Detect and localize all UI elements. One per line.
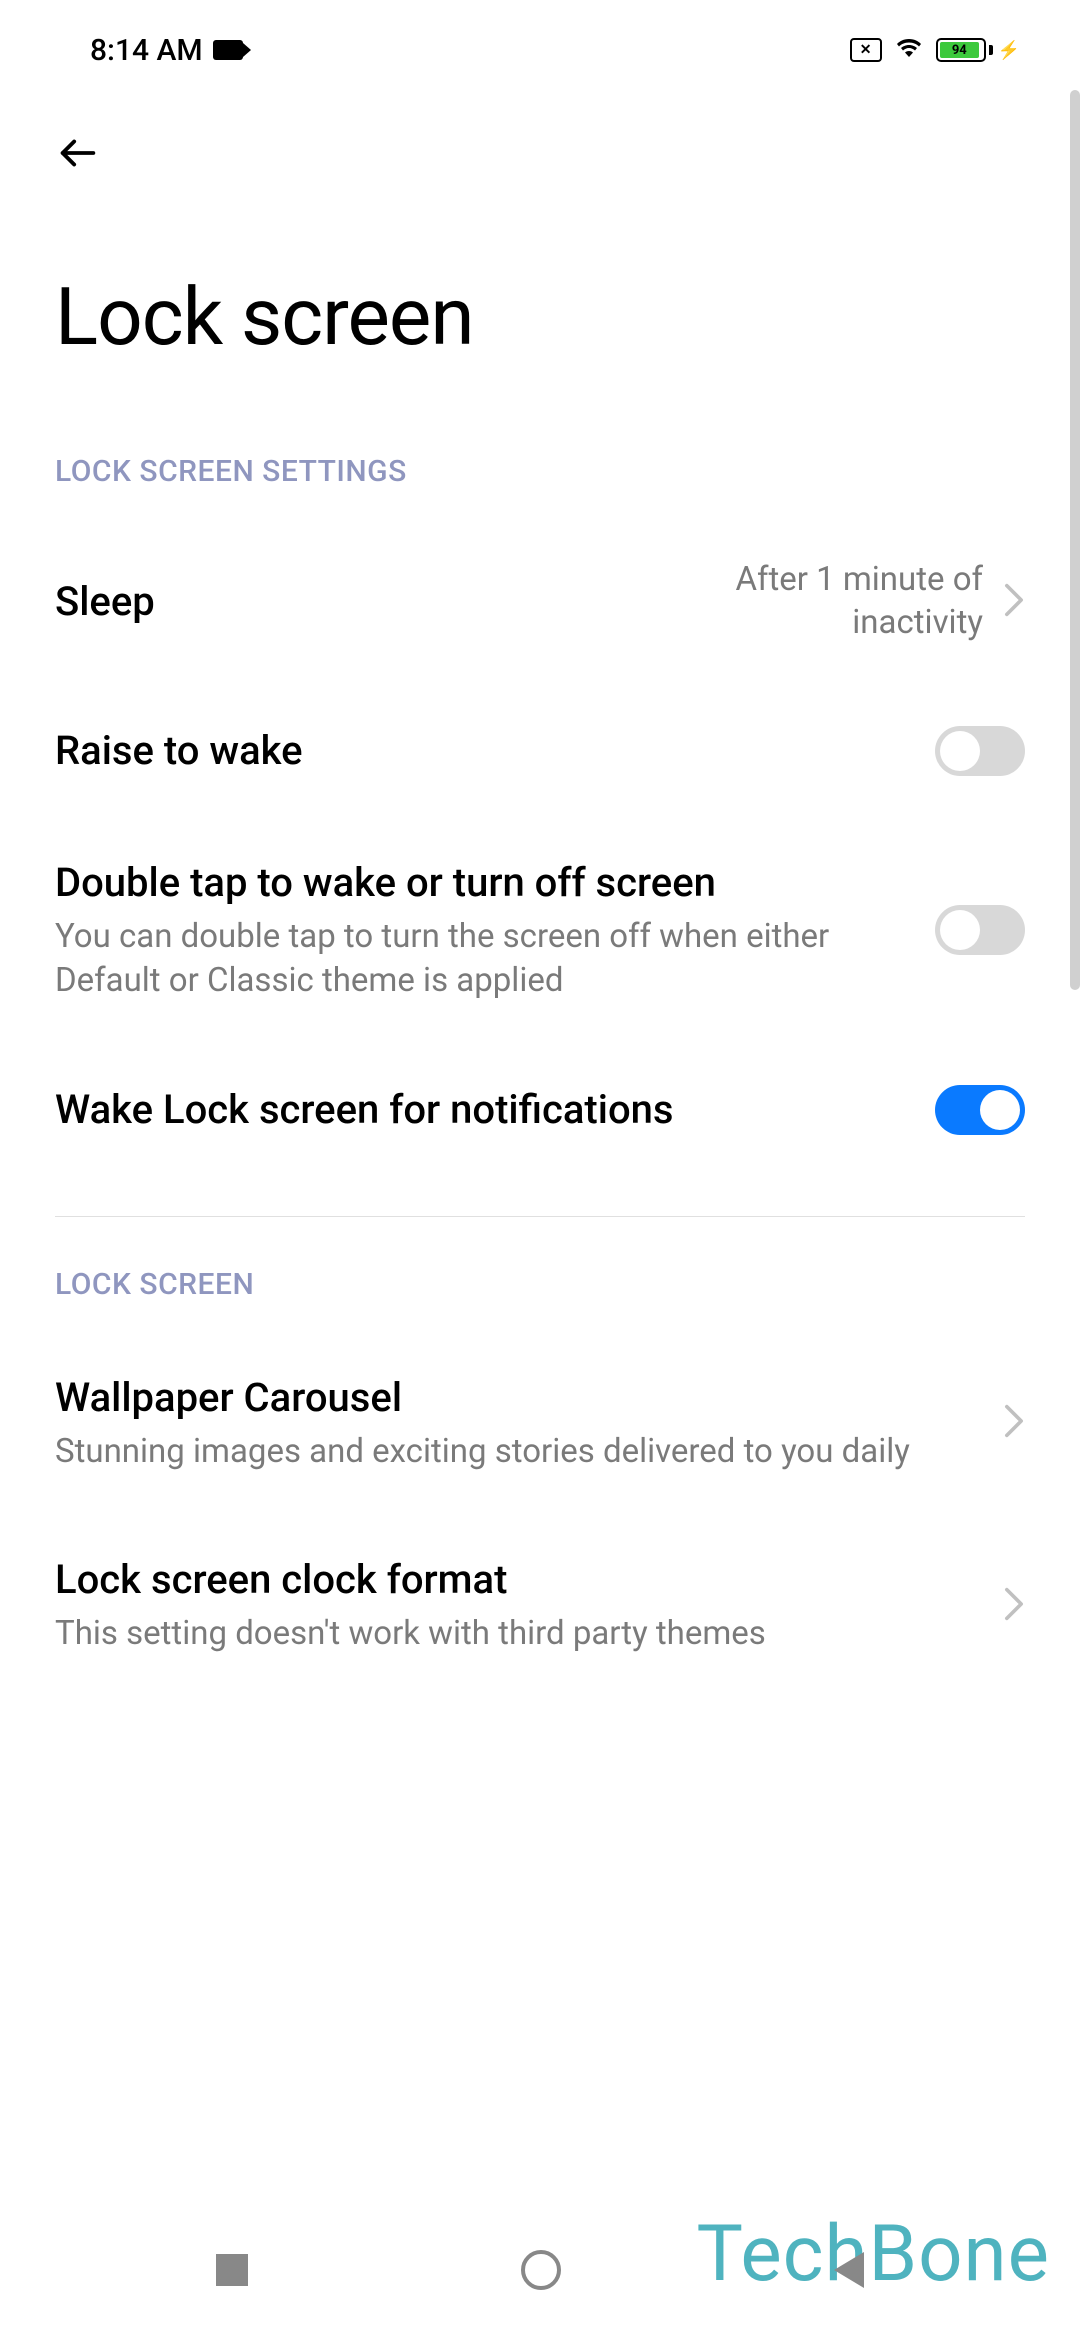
status-left: 8:14 AM [90, 33, 243, 68]
charging-icon: ⚡ [998, 40, 1020, 61]
wake-notifications-setting[interactable]: Wake Lock screen for notifications [0, 1044, 1080, 1176]
raise-to-wake-toggle[interactable] [935, 726, 1025, 776]
double-tap-title: Double tap to wake or turn off screen [55, 857, 905, 909]
double-tap-subtitle: You can double tap to turn the screen of… [55, 915, 905, 1004]
battery-icon: 94 ⚡ [936, 38, 1020, 62]
sleep-setting[interactable]: Sleep After 1 minute of inactivity [0, 519, 1080, 685]
raise-to-wake-setting[interactable]: Raise to wake [0, 685, 1080, 817]
double-tap-setting[interactable]: Double tap to wake or turn off screen Yo… [0, 817, 1080, 1044]
nav-back-button[interactable] [834, 2252, 864, 2288]
chevron-right-icon [1003, 1403, 1025, 1443]
status-right: ✕ 94 ⚡ [850, 36, 1020, 64]
wallpaper-carousel-setting[interactable]: Wallpaper Carousel Stunning images and e… [0, 1332, 1080, 1515]
sleep-value: After 1 minute of inactivity [703, 559, 983, 645]
wake-notifications-toggle[interactable] [935, 1085, 1025, 1135]
scrollbar[interactable] [1070, 90, 1080, 990]
raise-to-wake-title: Raise to wake [55, 725, 905, 777]
clock-format-title: Lock screen clock format [55, 1554, 973, 1606]
section-header-settings: LOCK SCREEN SETTINGS [0, 404, 1080, 519]
chevron-right-icon [1003, 1586, 1025, 1626]
page-title: Lock screen [0, 210, 1080, 404]
sleep-title: Sleep [55, 576, 673, 628]
wifi-icon [894, 36, 924, 64]
wallpaper-carousel-subtitle: Stunning images and exciting stories del… [55, 1430, 973, 1475]
back-button[interactable] [55, 130, 101, 180]
chevron-right-icon [1003, 582, 1025, 622]
clock-format-setting[interactable]: Lock screen clock format This setting do… [0, 1514, 1080, 1697]
no-sim-icon: ✕ [850, 38, 882, 62]
navigation-bar [0, 2200, 1080, 2340]
status-bar: 8:14 AM ✕ 94 ⚡ [0, 0, 1080, 90]
wake-notifications-title: Wake Lock screen for notifications [55, 1084, 905, 1136]
nav-home-button[interactable] [521, 2250, 561, 2290]
wallpaper-carousel-title: Wallpaper Carousel [55, 1372, 973, 1424]
clock-format-subtitle: This setting doesn't work with third par… [55, 1612, 973, 1657]
nav-recents-button[interactable] [216, 2254, 248, 2286]
header [0, 90, 1080, 210]
status-time: 8:14 AM [90, 33, 203, 68]
double-tap-toggle[interactable] [935, 905, 1025, 955]
camera-recording-icon [213, 40, 243, 60]
section-header-lockscreen: LOCK SCREEN [0, 1217, 1080, 1332]
